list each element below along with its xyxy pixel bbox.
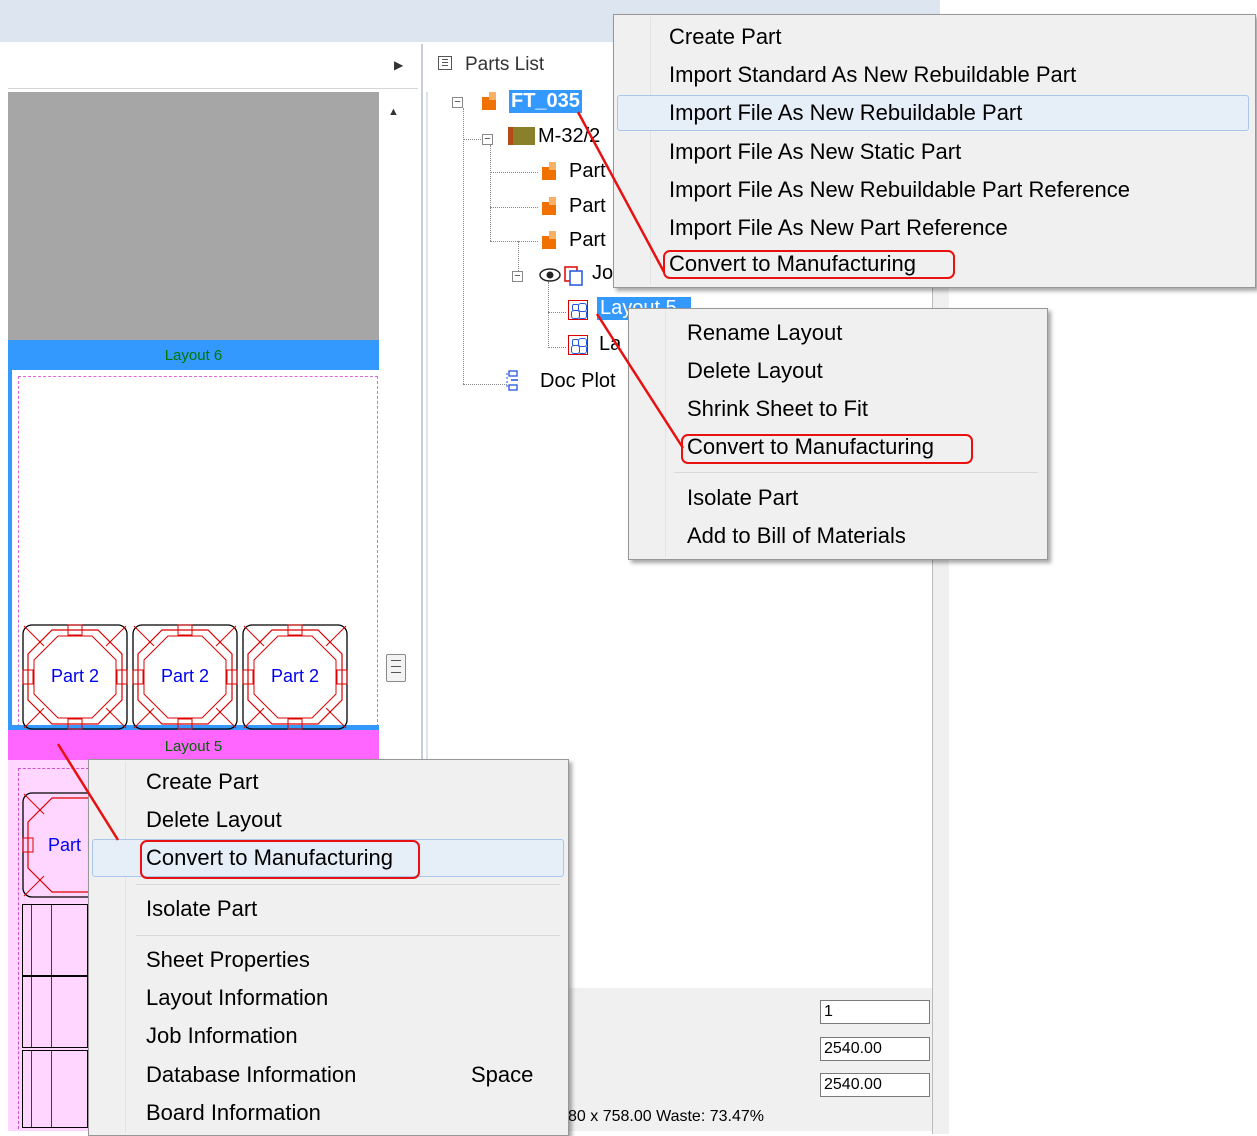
annotation-arrow [56, 743, 120, 841]
annotation-arrow [595, 313, 685, 449]
annotation-arrow [576, 111, 666, 273]
annotation-arrows [56, 111, 685, 841]
